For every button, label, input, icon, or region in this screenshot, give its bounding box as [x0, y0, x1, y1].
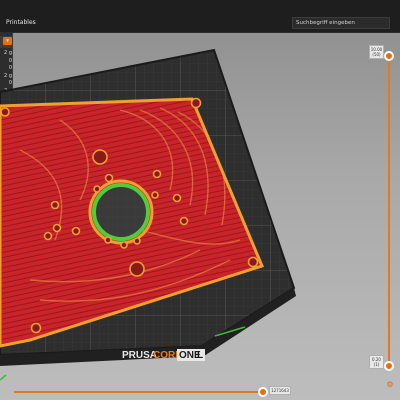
layer-slider-bottom-label: 0.20 (1)	[369, 355, 384, 369]
top-bar: Printables Suchbegriff eingeben	[0, 0, 400, 33]
search-input[interactable]: Suchbegriff eingeben	[292, 17, 390, 29]
brand-prusa: PRUSA	[122, 350, 157, 361]
gear-icon[interactable]: ⚙	[385, 380, 395, 390]
layer-slider-top-handle[interactable]	[384, 51, 394, 61]
bottom-layer: (1)	[373, 362, 380, 367]
bed-logo: PRUSA CORE ONE L	[122, 349, 205, 361]
layer-slider-top-label: 10.00 (50)	[369, 45, 384, 59]
top-layer: (50)	[372, 52, 381, 57]
move-slider-track[interactable]	[14, 391, 262, 393]
brand-l: L	[197, 350, 203, 361]
3d-preview-viewport[interactable]: PRUSA CORE ONE L	[0, 33, 400, 400]
move-slider-label: 1271643	[269, 386, 291, 395]
layer-slider-track[interactable]	[388, 55, 390, 365]
layer-slider-bottom-handle[interactable]	[384, 361, 394, 371]
move-slider-handle[interactable]	[258, 387, 268, 397]
tab-printables[interactable]: Printables	[6, 19, 36, 26]
